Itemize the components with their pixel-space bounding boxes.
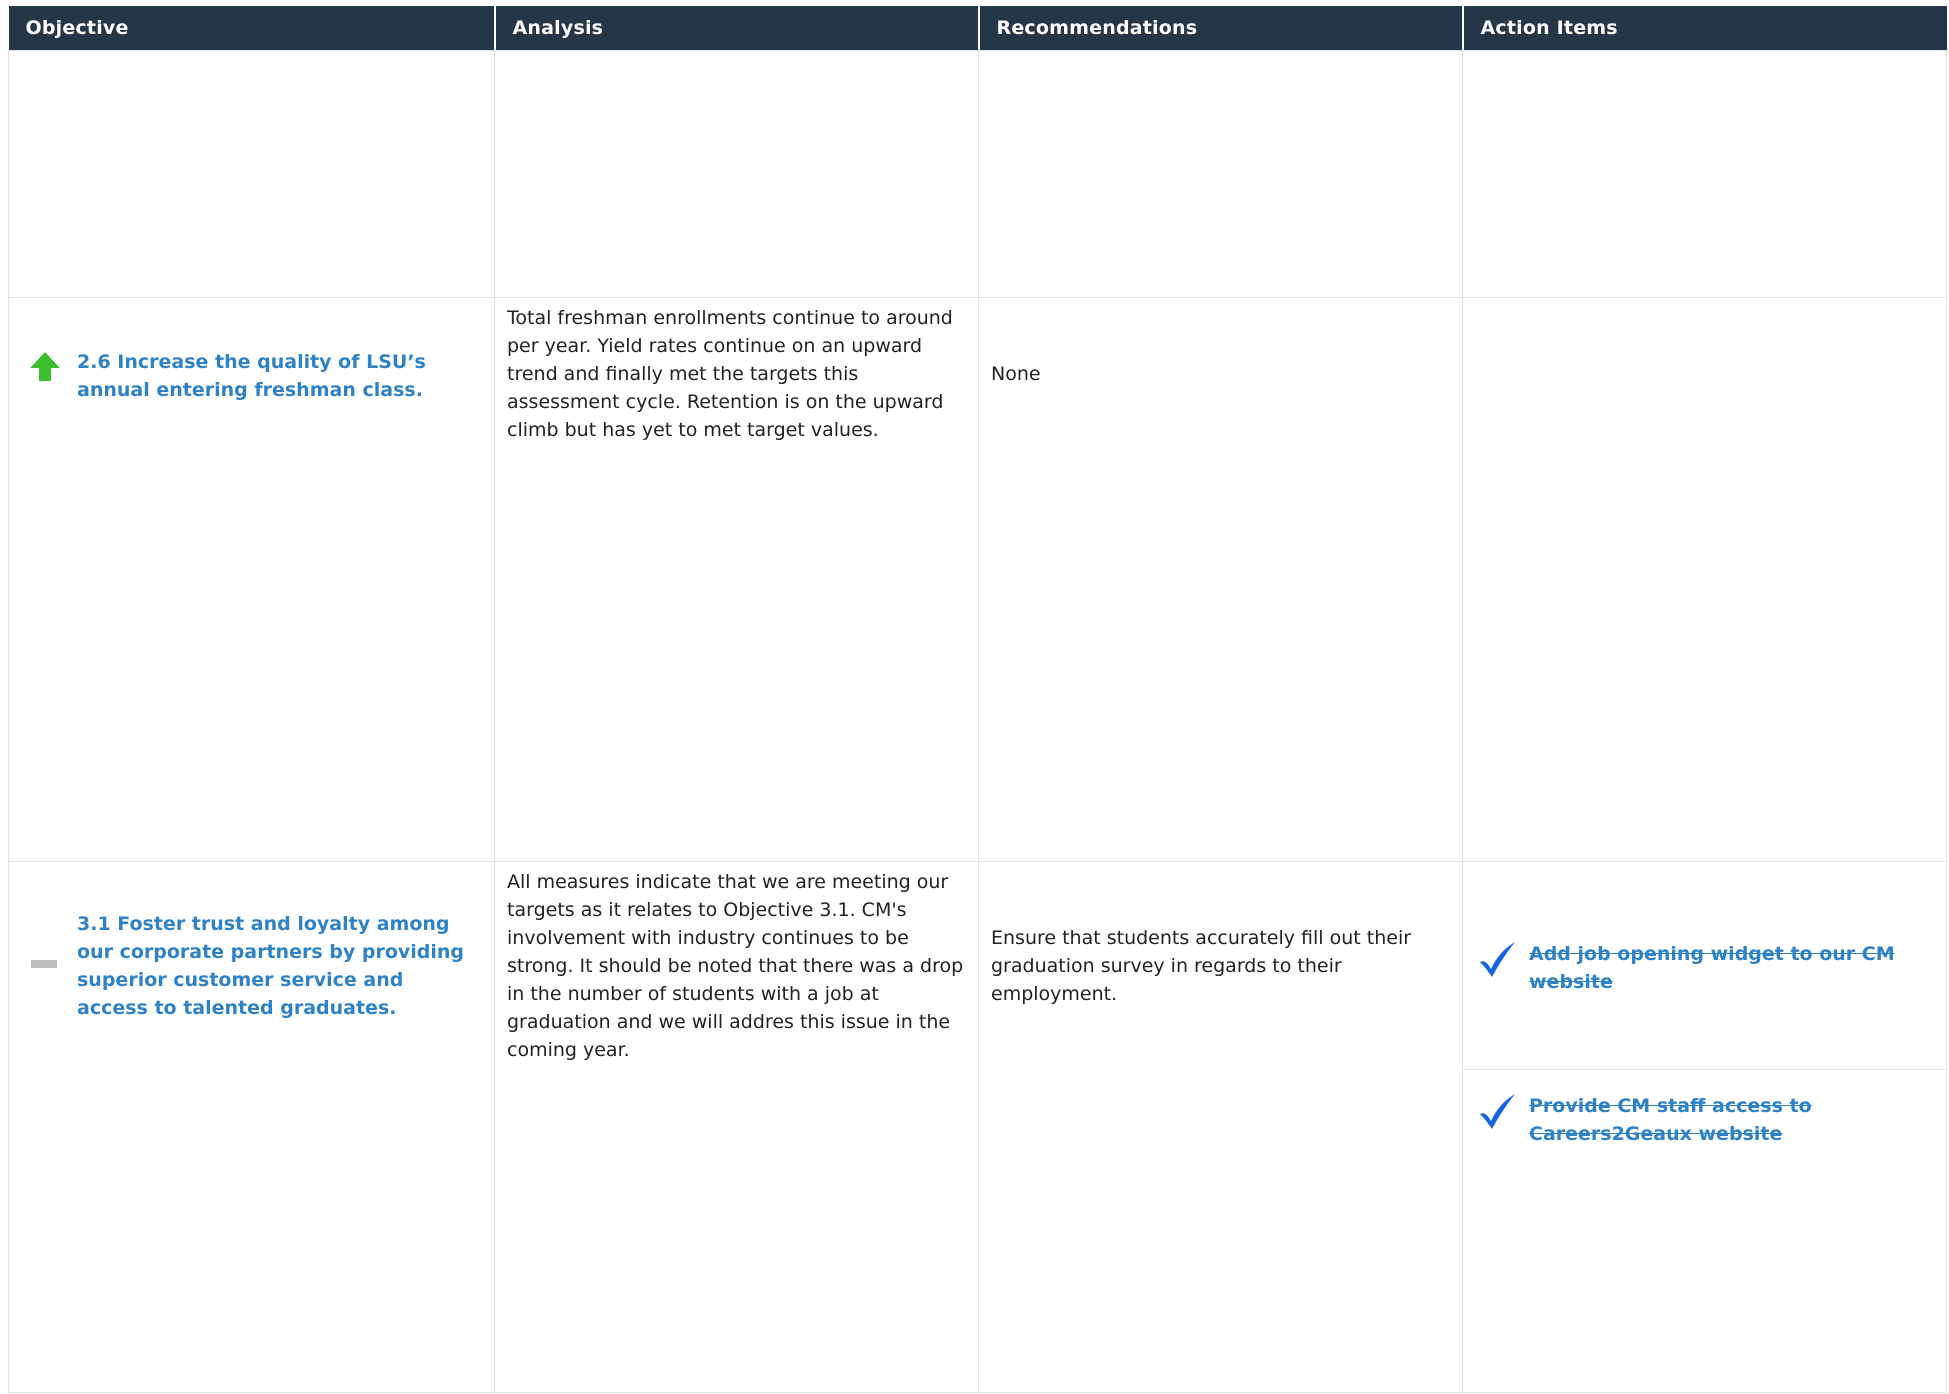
objective-cell: 2.6 Increase the quality of LSU’s annual… (8, 297, 495, 862)
recommendations-cell: None (978, 297, 1463, 862)
action-item: Add job opening widget to our CM website (1463, 862, 1946, 1070)
column-header-analysis[interactable]: Analysis (493, 6, 980, 51)
dash-icon (27, 950, 63, 968)
analysis-cell: Total freshman enrollments continue to a… (494, 297, 979, 862)
action-items-cell (1462, 50, 1947, 298)
table-row: 2.6 Increase the quality of LSU’s annual… (8, 297, 1947, 862)
recommendations-text: Ensure that students accurately fill out… (991, 927, 1412, 1005)
objective-cell (8, 50, 495, 298)
objective-link[interactable]: 3.1 Foster trust and loyalty among our c… (77, 910, 474, 1022)
column-header-recommendations[interactable]: Recommendations (977, 6, 1464, 51)
column-header-action-items[interactable]: Action Items (1461, 6, 1947, 51)
up-arrow-icon (27, 348, 63, 384)
analysis-cell: All measures indicate that we are meetin… (494, 861, 979, 1393)
analysis-cell (494, 50, 979, 298)
checkmark-icon (1477, 1092, 1517, 1132)
action-items-cell: Add job opening widget to our CM website… (1462, 861, 1947, 1393)
objective-link[interactable]: 2.6 Increase the quality of LSU’s annual… (77, 348, 474, 404)
recommendations-cell: Ensure that students accurately fill out… (978, 861, 1463, 1393)
objective-cell: 3.1 Foster trust and loyalty among our c… (8, 861, 495, 1393)
recommendations-text: None (991, 363, 1041, 385)
action-item-link[interactable]: Add job opening widget to our CM website (1529, 940, 1932, 996)
column-header-objective[interactable]: Objective (8, 6, 496, 51)
action-item-link[interactable]: Provide CM staff access to Careers2Geaux… (1529, 1092, 1932, 1148)
checkmark-icon (1477, 940, 1517, 980)
recommendations-cell (978, 50, 1463, 298)
assessment-table-container: Objective Analysis Recommendations Actio… (8, 6, 1947, 1394)
analysis-text: All measures indicate that we are meetin… (507, 871, 964, 1061)
action-item: Provide CM staff access to Careers2Geaux… (1463, 1070, 1946, 1148)
analysis-text: Total freshman enrollments continue to a… (507, 307, 953, 441)
table-row: 3.1 Foster trust and loyalty among our c… (8, 861, 1947, 1393)
table-header-row: Objective Analysis Recommendations Actio… (8, 6, 1947, 51)
assessment-table: Objective Analysis Recommendations Actio… (8, 6, 1947, 1393)
action-items-cell (1462, 297, 1947, 862)
table-row (8, 50, 1947, 298)
